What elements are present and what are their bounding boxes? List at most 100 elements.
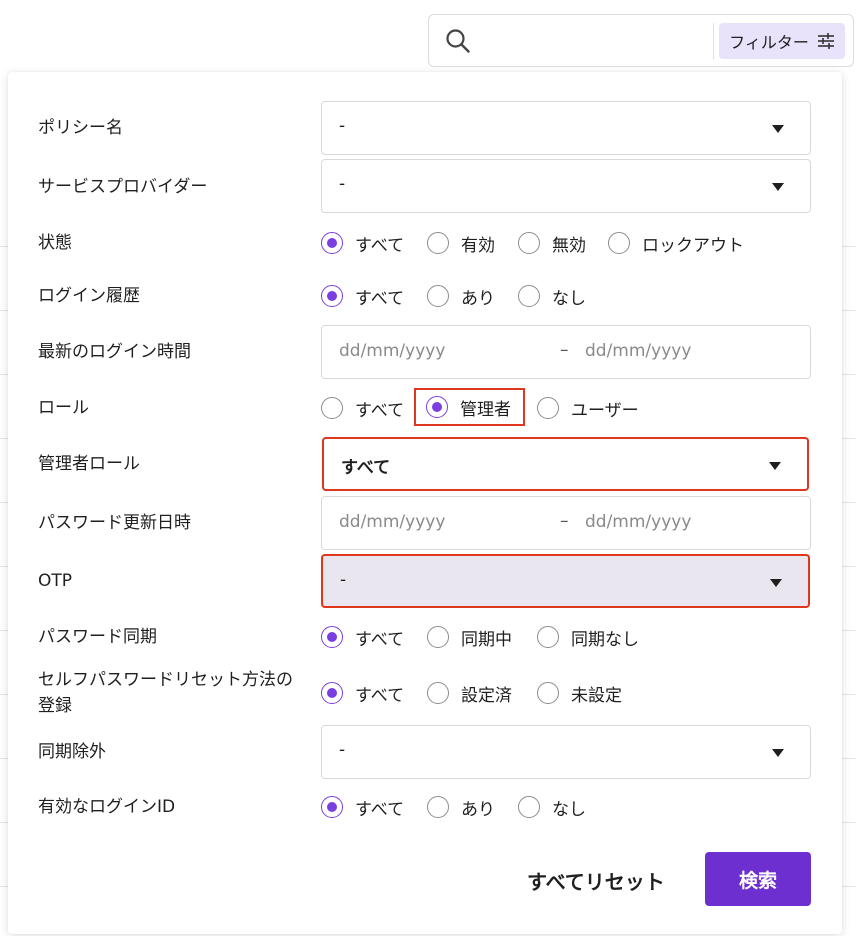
password-sync-label: パスワード同期	[38, 627, 157, 647]
valid-login-id-radio-all[interactable]: すべて	[321, 794, 404, 820]
status-radio-lockout[interactable]: ロックアウト	[608, 230, 744, 256]
radio-label: 同期中	[461, 629, 512, 650]
radio-circle	[426, 396, 448, 418]
date-separator: –	[560, 511, 569, 531]
password-updated-label: パスワード更新日時	[38, 513, 191, 533]
search-icon[interactable]	[445, 28, 471, 54]
reset-all-button[interactable]: すべてリセット	[527, 866, 665, 895]
service-provider-value: -	[339, 174, 346, 194]
status-radio-enabled[interactable]: 有効	[427, 230, 495, 256]
caret-down-icon	[770, 579, 782, 587]
radio-circle	[518, 232, 540, 254]
caret-down-icon	[769, 462, 781, 470]
radio-circle	[321, 285, 343, 307]
search-bar[interactable]: フィルター	[428, 14, 854, 67]
self-reset-radio-unset[interactable]: 未設定	[537, 680, 622, 706]
status-radio-all[interactable]: すべて	[321, 230, 404, 256]
radio-circle	[321, 796, 343, 818]
radio-label: あり	[461, 799, 495, 820]
radio-circle	[518, 285, 540, 307]
radio-label: ロックアウト	[642, 235, 744, 256]
status-label: 状態	[38, 233, 72, 253]
last-login-from-input[interactable]: dd/mm/yyyy	[339, 341, 445, 361]
role-radio-all[interactable]: すべて	[321, 395, 404, 421]
caret-down-icon	[772, 125, 784, 133]
radio-label: あり	[461, 288, 495, 309]
background-divider	[842, 886, 856, 887]
password-updated-daterange: dd/mm/yyyy – dd/mm/yyyy	[321, 496, 811, 550]
password-updated-to-input[interactable]: dd/mm/yyyy	[585, 512, 691, 532]
radio-label: すべて	[355, 288, 405, 309]
service-provider-label: サービスプロバイダー	[38, 177, 208, 197]
policy-name-label: ポリシー名	[38, 118, 123, 138]
valid-login-id-radio-no[interactable]: なし	[518, 794, 586, 820]
admin-role-select[interactable]: すべて	[322, 437, 809, 491]
radio-label: 未設定	[571, 685, 622, 706]
radio-label: すべて	[355, 799, 405, 820]
login-history-radio-yes[interactable]: あり	[427, 283, 495, 309]
radio-circle	[537, 397, 559, 419]
background-divider	[842, 566, 856, 567]
role-radio-admin[interactable]: 管理者	[414, 388, 525, 426]
filter-button-label: フィルター	[729, 33, 809, 52]
password-sync-radio-none[interactable]: 同期なし	[537, 624, 639, 650]
radio-circle	[518, 796, 540, 818]
sync-exclusion-value: -	[339, 740, 346, 760]
otp-select[interactable]: -	[321, 554, 810, 608]
radio-label: なし	[552, 799, 586, 820]
login-history-radio-no[interactable]: なし	[518, 283, 586, 309]
radio-circle	[427, 285, 449, 307]
self-reset-radio-all[interactable]: すべて	[321, 680, 404, 706]
policy-name-select[interactable]: -	[321, 101, 811, 155]
background-divider	[842, 822, 856, 823]
radio-label: 無効	[552, 235, 586, 256]
caret-down-icon	[772, 749, 784, 757]
sliders-icon	[817, 33, 834, 49]
password-sync-radio-syncing[interactable]: 同期中	[427, 624, 512, 650]
role-label: ロール	[38, 398, 89, 418]
caret-down-icon	[772, 183, 784, 191]
otp-label: OTP	[38, 571, 73, 591]
background-divider	[0, 566, 8, 567]
background-divider	[842, 502, 856, 503]
radio-circle	[321, 682, 343, 704]
last-login-to-input[interactable]: dd/mm/yyyy	[585, 341, 691, 361]
password-sync-radio-all[interactable]: すべて	[321, 624, 404, 650]
background-divider	[0, 310, 8, 311]
background-divider	[0, 438, 8, 439]
background-divider	[842, 310, 856, 311]
background-divider	[842, 374, 856, 375]
status-radio-disabled[interactable]: 無効	[518, 230, 586, 256]
radio-circle	[427, 682, 449, 704]
background-divider	[0, 374, 8, 375]
background-divider	[842, 694, 856, 695]
sync-exclusion-select[interactable]: -	[321, 725, 811, 779]
login-history-radio-all[interactable]: すべて	[321, 283, 404, 309]
admin-role-label: 管理者ロール	[38, 454, 140, 474]
radio-circle	[427, 626, 449, 648]
radio-label: 同期なし	[571, 629, 639, 650]
background-divider	[0, 694, 8, 695]
background-divider	[842, 438, 856, 439]
role-radio-user[interactable]: ユーザー	[537, 395, 639, 421]
radio-circle	[608, 232, 630, 254]
self-reset-radio-set[interactable]: 設定済	[427, 680, 512, 706]
radio-label: 設定済	[461, 685, 512, 706]
filter-panel: ポリシー名 - サービスプロバイダー - 状態 すべて 有効 無効 ロックアウト…	[8, 72, 842, 934]
background-divider	[0, 886, 8, 887]
filter-button[interactable]: フィルター	[719, 23, 845, 59]
radio-label: ユーザー	[571, 400, 639, 421]
admin-role-value: すべて	[341, 458, 391, 478]
last-login-daterange: dd/mm/yyyy – dd/mm/yyyy	[321, 325, 811, 379]
search-button[interactable]: 検索	[705, 852, 811, 906]
password-updated-from-input[interactable]: dd/mm/yyyy	[339, 512, 445, 532]
radio-circle	[427, 796, 449, 818]
policy-name-value: -	[339, 116, 346, 136]
background-divider	[0, 246, 8, 247]
radio-circle	[321, 232, 343, 254]
radio-circle	[427, 232, 449, 254]
valid-login-id-radio-yes[interactable]: あり	[427, 794, 495, 820]
radio-label: すべて	[355, 400, 405, 421]
radio-circle	[537, 682, 559, 704]
service-provider-select[interactable]: -	[321, 159, 811, 213]
